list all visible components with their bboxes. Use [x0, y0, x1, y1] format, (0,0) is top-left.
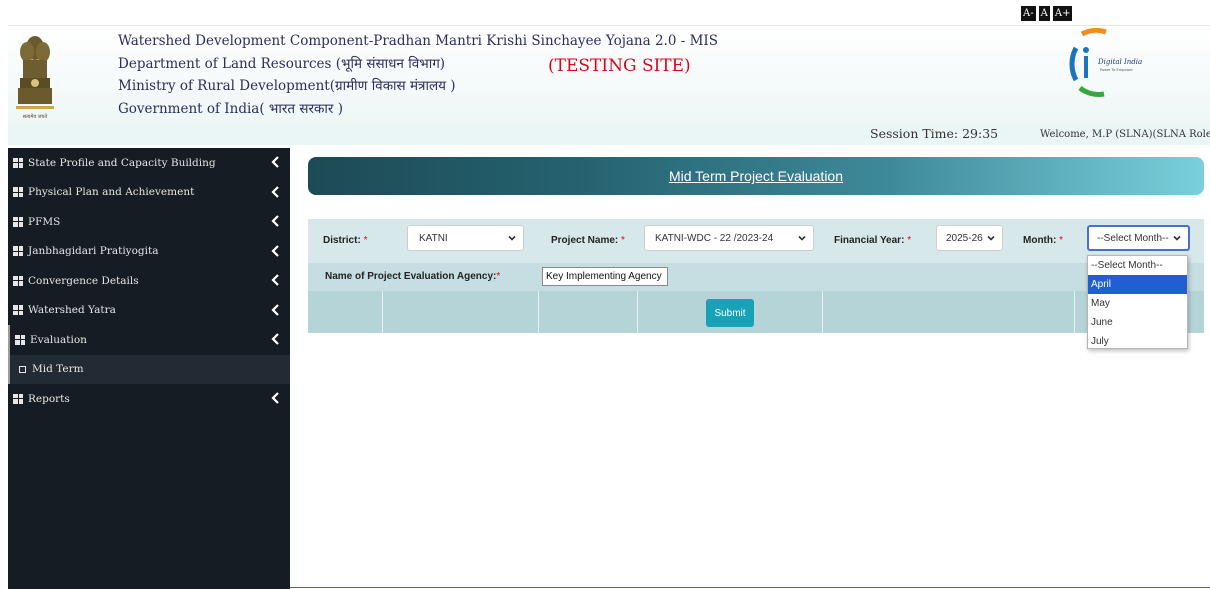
- form-row-actions: [308, 291, 1204, 333]
- evaluation-form: District: * KATNI Project Name: * KATNI-…: [308, 219, 1204, 333]
- font-normal-button[interactable]: A: [1038, 6, 1050, 21]
- project-name-select-value: KATNI-WDC - 22 /2023-24: [655, 232, 774, 244]
- submit-button[interactable]: Submit: [706, 299, 754, 327]
- project-name-label: Project Name: *: [551, 235, 625, 246]
- table-divider: [382, 291, 383, 333]
- chevron-down-icon: [987, 235, 995, 241]
- table-divider: [1074, 291, 1075, 333]
- welcome-text: Welcome, M.P (SLNA)(SLNA Role): [1040, 129, 1210, 140]
- header-ministry-line: Ministry of Rural Development(ग्रामीण वि…: [118, 78, 456, 94]
- sidebar-item-label: Janbhagidari Pratiyogita: [28, 245, 159, 258]
- agency-label: Name of Project Evaluation Agency:*: [325, 271, 501, 282]
- session-bar: Session Time: 29:35 Welcome, M.P (SLNA)(…: [8, 125, 1210, 145]
- sidebar-item-physical-plan[interactable]: Physical Plan and Achievement: [8, 178, 290, 208]
- month-select[interactable]: --Select Month--: [1087, 225, 1190, 251]
- chevron-left-icon: [271, 185, 279, 198]
- sidebar-item-label: Reports: [28, 392, 70, 405]
- grid-icon: [15, 334, 25, 345]
- month-option[interactable]: June: [1088, 313, 1187, 332]
- financial-year-select[interactable]: 2025-26: [936, 225, 1003, 251]
- sidebar-item-pfms[interactable]: PFMS: [8, 207, 290, 237]
- month-select-value: --Select Month--: [1097, 232, 1169, 244]
- chevron-left-icon: [271, 392, 279, 404]
- chevron-left-icon: [271, 333, 279, 345]
- sidebar-item-label: PFMS: [28, 215, 61, 228]
- chevron-left-icon: [271, 156, 279, 168]
- font-increase-button[interactable]: A+: [1052, 6, 1073, 21]
- sidebar-item-janbhagidari[interactable]: Janbhagidari Pratiyogita: [8, 237, 290, 267]
- sidebar-item-label: State Profile and Capacity Building: [28, 156, 216, 169]
- month-label: Month: *: [1023, 235, 1064, 246]
- footer-divider: [290, 587, 1210, 588]
- chevron-left-icon: [271, 274, 279, 286]
- svg-text:सत्यमेव जयते: सत्यमेव जयते: [23, 113, 48, 120]
- font-size-controls: A- A A+: [1021, 6, 1073, 21]
- district-label: District: *: [323, 235, 368, 246]
- sidebar-subitem-mid-term[interactable]: Mid Term: [8, 354, 290, 384]
- sidebar-subitem-label: Mid Term: [32, 363, 84, 376]
- chevron-down-icon: [1173, 235, 1181, 241]
- sidebar: State Profile and Capacity Building Phys…: [8, 148, 290, 589]
- month-dropdown-list: --Select Month-- April May June July: [1087, 255, 1188, 349]
- financial-year-select-value: 2025-26: [946, 232, 983, 244]
- month-option-selected[interactable]: April: [1088, 275, 1187, 294]
- chevron-left-icon: [271, 244, 279, 257]
- sidebar-item-state-profile[interactable]: State Profile and Capacity Building: [8, 148, 290, 178]
- square-icon: [19, 365, 26, 373]
- header-title-line: Watershed Development Component-Pradhan …: [118, 33, 718, 49]
- table-divider: [637, 291, 638, 333]
- agency-input[interactable]: Key Implementing Agency: [542, 267, 668, 286]
- grid-icon: [13, 187, 23, 198]
- sidebar-item-label: Watershed Yatra: [28, 304, 116, 317]
- sidebar-item-watershed-yatra[interactable]: Watershed Yatra: [8, 296, 290, 326]
- sidebar-item-evaluation[interactable]: Evaluation: [8, 325, 290, 355]
- month-option[interactable]: --Select Month--: [1088, 256, 1187, 275]
- grid-icon: [13, 305, 23, 316]
- month-option[interactable]: July: [1088, 332, 1187, 351]
- national-emblem-logo: सत्यमेव जयते: [16, 36, 54, 120]
- page-title-bar: Mid Term Project Evaluation: [308, 157, 1204, 195]
- grid-icon: [13, 393, 23, 404]
- font-decrease-button[interactable]: A-: [1021, 6, 1036, 21]
- sidebar-item-convergence[interactable]: Convergence Details: [8, 266, 290, 296]
- svg-text:Digital India: Digital India: [1097, 58, 1142, 66]
- sidebar-item-label: Convergence Details: [28, 274, 139, 287]
- session-timer: Session Time: 29:35: [870, 126, 999, 141]
- header-government-line: Government of India( भारत सरकार ): [118, 100, 343, 117]
- table-divider: [538, 291, 539, 333]
- table-divider: [822, 291, 823, 333]
- district-select[interactable]: KATNI: [407, 225, 524, 251]
- grid-icon: [13, 216, 23, 227]
- financial-year-label: Financial Year: *: [834, 235, 912, 246]
- chevron-down-icon: [508, 235, 516, 241]
- page-title: Mid Term Project Evaluation: [668, 168, 844, 184]
- chevron-left-icon: [271, 215, 279, 227]
- digital-india-logo: Digital India Power To Empower: [1069, 28, 1142, 97]
- sidebar-item-reports[interactable]: Reports: [8, 384, 290, 414]
- chevron-down-icon: [798, 235, 806, 241]
- month-option[interactable]: May: [1088, 294, 1187, 313]
- svg-text:Power To Empower: Power To Empower: [1100, 68, 1133, 72]
- district-select-value: KATNI: [419, 232, 448, 244]
- testing-site-label: (TESTING SITE): [548, 56, 691, 76]
- grid-icon: [13, 275, 23, 286]
- project-name-select[interactable]: KATNI-WDC - 22 /2023-24: [644, 225, 814, 251]
- grid-icon: [13, 246, 23, 257]
- sidebar-item-label: Physical Plan and Achievement: [28, 186, 195, 199]
- site-header: सत्यमेव जयते Watershed Development Compo…: [8, 25, 1210, 125]
- sidebar-item-label: Evaluation: [30, 333, 87, 346]
- grid-icon: [13, 157, 23, 168]
- chevron-left-icon: [271, 303, 279, 316]
- user-menu[interactable]: Welcome, M.P (SLNA)(SLNA Role)▾: [1040, 129, 1210, 140]
